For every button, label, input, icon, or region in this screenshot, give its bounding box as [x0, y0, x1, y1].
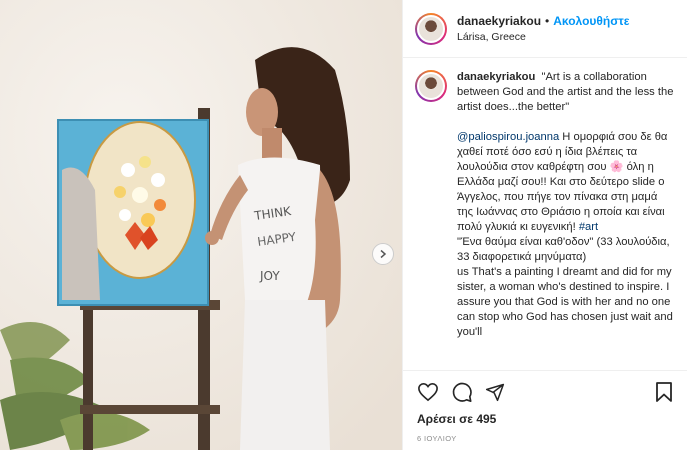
caption-hashtag[interactable]: #art [579, 221, 598, 233]
instagram-post: THINK HAPPY JOY danaekyriakou • Ακολουθή… [0, 0, 687, 450]
next-slide-button[interactable] [372, 243, 394, 265]
photo-illustration: THINK HAPPY JOY [0, 0, 402, 450]
follow-button[interactable]: Ακολουθήστε [553, 13, 629, 29]
post-date[interactable]: 6 ΙΟΥΛΙΟΥ [403, 430, 687, 450]
post-photo[interactable]: THINK HAPPY JOY [0, 0, 402, 450]
share-icon[interactable] [485, 382, 505, 402]
avatar[interactable] [415, 12, 447, 45]
heart-icon[interactable] [417, 382, 439, 402]
chevron-right-icon [380, 249, 387, 259]
likes-count[interactable]: Αρέσει σε 495 [403, 412, 687, 430]
header-text: danaekyriakou • Ακολουθήστε Lárisa, Gree… [457, 13, 629, 45]
save-icon[interactable] [655, 381, 673, 403]
caption-english-text: us That's a painting I dreamt and did fo… [457, 266, 673, 338]
header-separator: • [545, 13, 550, 28]
post-side-panel: danaekyriakou • Ακολουθήστε Lárisa, Gree… [402, 0, 687, 450]
comment-icon[interactable] [451, 381, 473, 403]
comments-area: danaekyriakou "Art is a collaboration be… [403, 58, 687, 370]
caption-greek-text-2: "Ένα θαύμα είναι καθ'οδον" (33 λουλούδια… [457, 236, 670, 263]
location-link[interactable]: Lárisa, Greece [457, 29, 629, 45]
action-bar [403, 370, 687, 412]
caption-avatar[interactable] [415, 70, 447, 102]
svg-text:JOY: JOY [259, 269, 280, 283]
caption: danaekyriakou "Art is a collaboration be… [457, 70, 675, 370]
caption-username[interactable]: danaekyriakou [457, 71, 535, 83]
header-username[interactable]: danaekyriakou [457, 13, 541, 29]
caption-mention[interactable]: @paliospirou.joanna [457, 131, 559, 143]
caption-greek-text-1: Η ομορφιά σου δε θα χαθεί ποτέ όσο εσύ η… [457, 131, 668, 233]
post-header: danaekyriakou • Ακολουθήστε Lárisa, Gree… [403, 0, 687, 58]
